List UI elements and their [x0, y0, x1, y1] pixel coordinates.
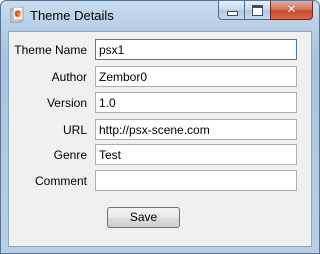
comment-row: Comment	[9, 170, 311, 191]
url-field[interactable]: http://psx-scene.com	[95, 119, 297, 140]
window-controls: ✕	[218, 1, 313, 20]
author-row: Author Zembor0	[9, 66, 311, 87]
genre-row: Genre Test	[9, 144, 311, 165]
genre-label: Genre	[53, 148, 87, 162]
close-icon: ✕	[286, 2, 297, 16]
theme-name-field[interactable]: psx1	[95, 39, 297, 60]
version-label: Version	[46, 96, 87, 110]
genre-field[interactable]: Test	[95, 144, 297, 165]
save-button[interactable]: Save	[107, 207, 180, 228]
url-row: URL http://psx-scene.com	[9, 119, 311, 140]
comment-label: Comment	[34, 174, 87, 188]
minimize-icon	[227, 11, 238, 16]
author-field[interactable]: Zembor0	[95, 66, 297, 87]
maximize-button[interactable]	[244, 1, 270, 20]
close-button[interactable]: ✕	[270, 1, 313, 20]
theme-name-row: Theme Name psx1	[9, 39, 311, 60]
form-panel: Theme Name psx1 Author Zembor0 Version 1…	[8, 31, 312, 247]
version-row: Version 1.0	[9, 92, 311, 113]
url-label: URL	[62, 123, 87, 137]
comment-field[interactable]	[95, 170, 297, 191]
version-field[interactable]: 1.0	[95, 92, 297, 113]
maximize-icon	[252, 5, 263, 16]
window-title: Theme Details	[30, 8, 114, 23]
author-label: Author	[51, 70, 87, 84]
minimize-button[interactable]	[218, 1, 244, 20]
theme-app-icon	[10, 6, 24, 23]
theme-name-label: Theme Name	[14, 43, 87, 57]
theme-details-window: Theme Details ✕ Theme Name psx1 Author Z…	[0, 0, 320, 254]
title-bar[interactable]: Theme Details ✕	[1, 1, 319, 29]
